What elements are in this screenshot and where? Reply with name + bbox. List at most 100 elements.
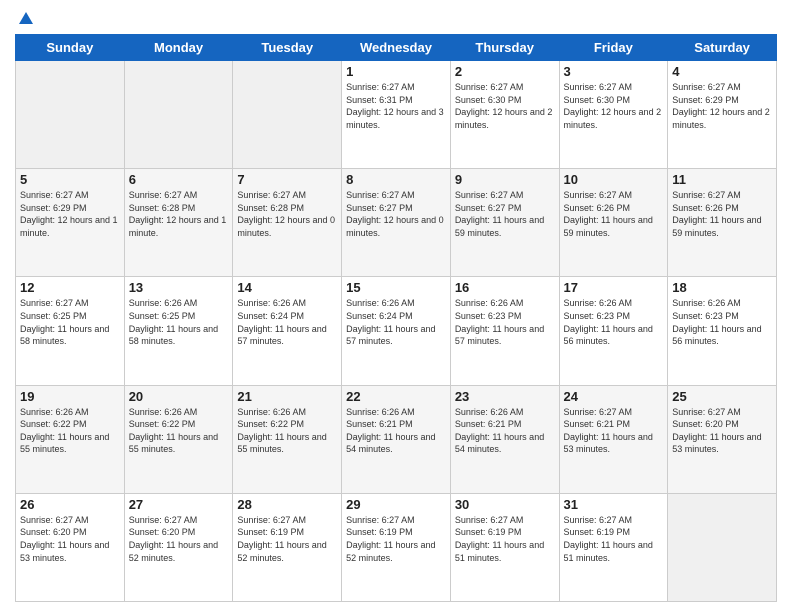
day-info: Sunrise: 6:26 AMSunset: 6:22 PMDaylight:… [20,406,120,456]
day-info: Sunrise: 6:26 AMSunset: 6:23 PMDaylight:… [672,297,772,347]
day-info: Sunrise: 6:26 AMSunset: 6:22 PMDaylight:… [129,406,229,456]
day-info: Sunrise: 6:26 AMSunset: 6:23 PMDaylight:… [564,297,664,347]
calendar-cell [233,61,342,169]
calendar-cell: 26Sunrise: 6:27 AMSunset: 6:20 PMDayligh… [16,493,125,601]
calendar-cell: 5Sunrise: 6:27 AMSunset: 6:29 PMDaylight… [16,169,125,277]
day-number: 30 [455,497,555,512]
day-info: Sunrise: 6:27 AMSunset: 6:31 PMDaylight:… [346,81,446,131]
day-number: 28 [237,497,337,512]
day-info: Sunrise: 6:26 AMSunset: 6:22 PMDaylight:… [237,406,337,456]
header [15,10,777,26]
day-header: Friday [559,35,668,61]
calendar-cell: 14Sunrise: 6:26 AMSunset: 6:24 PMDayligh… [233,277,342,385]
day-number: 11 [672,172,772,187]
calendar-week-row: 26Sunrise: 6:27 AMSunset: 6:20 PMDayligh… [16,493,777,601]
day-header: Thursday [450,35,559,61]
calendar-cell [668,493,777,601]
calendar-cell: 8Sunrise: 6:27 AMSunset: 6:27 PMDaylight… [342,169,451,277]
calendar-table: SundayMondayTuesdayWednesdayThursdayFrid… [15,34,777,602]
day-number: 21 [237,389,337,404]
day-info: Sunrise: 6:27 AMSunset: 6:26 PMDaylight:… [564,189,664,239]
calendar-cell: 2 Sunrise: 6:27 AMSunset: 6:30 PMDaylight… [450,61,559,169]
calendar-cell: 12 Sunrise: 6:27 AMSunset: 6:25 PMDayligh… [16,277,125,385]
day-header: Saturday [668,35,777,61]
page: SundayMondayTuesdayWednesdayThursdayFrid… [0,0,792,612]
day-info: Sunrise: 6:27 AMSunset: 6:19 PMDaylight:… [237,514,337,564]
day-info: Sunrise: 6:27 AMSunset: 6:19 PMDaylight:… [346,514,446,564]
day-number: 15 [346,280,446,295]
day-number: 22 [346,389,446,404]
calendar-cell [124,61,233,169]
day-number: 13 [129,280,229,295]
calendar-cell: 3 Sunrise: 6:27 AMSunset: 6:30 PMDaylight… [559,61,668,169]
calendar-cell: 6Sunrise: 6:27 AMSunset: 6:28 PMDaylight… [124,169,233,277]
calendar-cell: 1 Sunrise: 6:27 AMSunset: 6:31 PMDaylight… [342,61,451,169]
day-info: Sunrise: 6:27 AMSunset: 6:27 PMDaylight:… [455,189,555,239]
calendar-cell: 11 Sunrise: 6:27 AMSunset: 6:26 PMDayligh… [668,169,777,277]
calendar-cell: 22 Sunrise: 6:26 AMSunset: 6:21 PMDayligh… [342,385,451,493]
day-info: Sunrise: 6:27 AMSunset: 6:25 PMDaylight:… [20,297,120,347]
day-info: Sunrise: 6:26 AMSunset: 6:24 PMDaylight:… [237,297,337,347]
calendar-cell: 31 Sunrise: 6:27 AMSunset: 6:19 PMDayligh… [559,493,668,601]
logo [15,10,35,26]
calendar-cell: 20 Sunrise: 6:26 AMSunset: 6:22 PMDayligh… [124,385,233,493]
calendar-cell [16,61,125,169]
day-number: 10 [564,172,664,187]
day-number: 19 [20,389,120,404]
day-info: Sunrise: 6:27 AMSunset: 6:28 PMDaylight:… [237,189,337,239]
calendar-cell: 29 Sunrise: 6:27 AMSunset: 6:19 PMDayligh… [342,493,451,601]
calendar-cell: 10 Sunrise: 6:27 AMSunset: 6:26 PMDayligh… [559,169,668,277]
calendar-cell: 27Sunrise: 6:27 AMSunset: 6:20 PMDayligh… [124,493,233,601]
calendar-cell: 30 Sunrise: 6:27 AMSunset: 6:19 PMDayligh… [450,493,559,601]
day-number: 4 [672,64,772,79]
day-info: Sunrise: 6:27 AMSunset: 6:30 PMDaylight:… [455,81,555,131]
calendar-cell: 17 Sunrise: 6:26 AMSunset: 6:23 PMDayligh… [559,277,668,385]
day-number: 31 [564,497,664,512]
day-info: Sunrise: 6:27 AMSunset: 6:27 PMDaylight:… [346,189,446,239]
day-header: Monday [124,35,233,61]
day-info: Sunrise: 6:26 AMSunset: 6:23 PMDaylight:… [455,297,555,347]
calendar-cell: 9 Sunrise: 6:27 AMSunset: 6:27 PMDaylight… [450,169,559,277]
day-info: Sunrise: 6:27 AMSunset: 6:19 PMDaylight:… [564,514,664,564]
day-number: 17 [564,280,664,295]
day-number: 6 [129,172,229,187]
day-info: Sunrise: 6:26 AMSunset: 6:21 PMDaylight:… [455,406,555,456]
day-number: 26 [20,497,120,512]
day-number: 12 [20,280,120,295]
calendar-week-row: 12 Sunrise: 6:27 AMSunset: 6:25 PMDayligh… [16,277,777,385]
day-number: 2 [455,64,555,79]
day-info: Sunrise: 6:27 AMSunset: 6:20 PMDaylight:… [672,406,772,456]
day-info: Sunrise: 6:27 AMSunset: 6:30 PMDaylight:… [564,81,664,131]
calendar-cell: 16 Sunrise: 6:26 AMSunset: 6:23 PMDayligh… [450,277,559,385]
day-number: 18 [672,280,772,295]
day-number: 9 [455,172,555,187]
day-header: Tuesday [233,35,342,61]
logo-icon [17,10,35,28]
day-number: 29 [346,497,446,512]
calendar-cell: 7 Sunrise: 6:27 AMSunset: 6:28 PMDaylight… [233,169,342,277]
calendar-cell: 13Sunrise: 6:26 AMSunset: 6:25 PMDayligh… [124,277,233,385]
calendar-week-row: 1 Sunrise: 6:27 AMSunset: 6:31 PMDaylight… [16,61,777,169]
calendar-cell: 21 Sunrise: 6:26 AMSunset: 6:22 PMDayligh… [233,385,342,493]
calendar-cell: 18 Sunrise: 6:26 AMSunset: 6:23 PMDayligh… [668,277,777,385]
day-number: 24 [564,389,664,404]
day-info: Sunrise: 6:26 AMSunset: 6:21 PMDaylight:… [346,406,446,456]
day-info: Sunrise: 6:27 AMSunset: 6:21 PMDaylight:… [564,406,664,456]
calendar-cell: 23 Sunrise: 6:26 AMSunset: 6:21 PMDayligh… [450,385,559,493]
day-number: 27 [129,497,229,512]
day-number: 5 [20,172,120,187]
day-number: 20 [129,389,229,404]
day-headers-row: SundayMondayTuesdayWednesdayThursdayFrid… [16,35,777,61]
day-number: 7 [237,172,337,187]
day-info: Sunrise: 6:27 AMSunset: 6:19 PMDaylight:… [455,514,555,564]
day-number: 16 [455,280,555,295]
calendar-cell: 25Sunrise: 6:27 AMSunset: 6:20 PMDayligh… [668,385,777,493]
day-info: Sunrise: 6:27 AMSunset: 6:26 PMDaylight:… [672,189,772,239]
calendar-cell: 15 Sunrise: 6:26 AMSunset: 6:24 PMDayligh… [342,277,451,385]
calendar-cell: 4Sunrise: 6:27 AMSunset: 6:29 PMDaylight… [668,61,777,169]
calendar-week-row: 5Sunrise: 6:27 AMSunset: 6:29 PMDaylight… [16,169,777,277]
day-number: 1 [346,64,446,79]
day-number: 3 [564,64,664,79]
day-number: 23 [455,389,555,404]
day-info: Sunrise: 6:26 AMSunset: 6:24 PMDaylight:… [346,297,446,347]
